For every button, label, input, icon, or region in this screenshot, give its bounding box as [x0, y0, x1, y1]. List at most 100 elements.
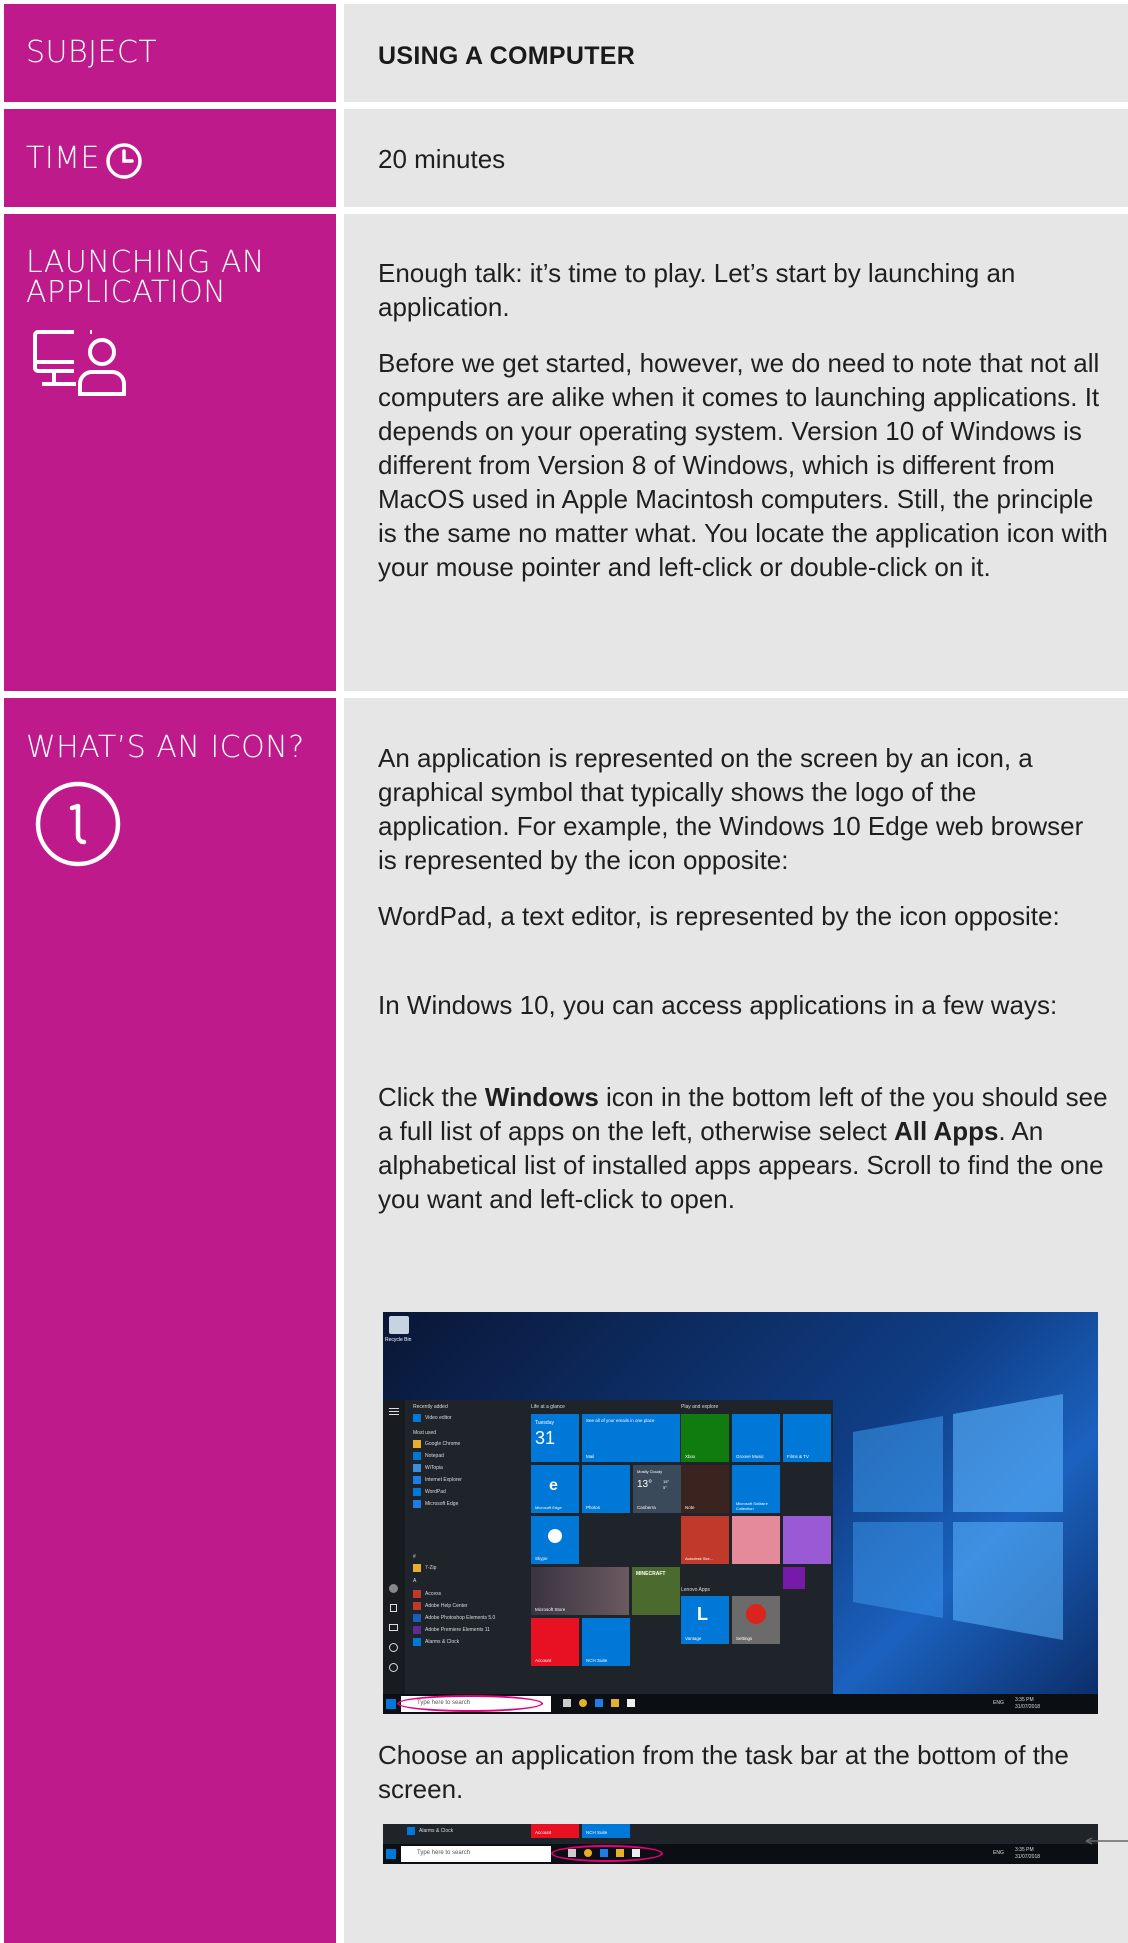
tray-time[interactable]: 3:35 PM: [1015, 1697, 1034, 1703]
strip-explorer-icon[interactable]: [616, 1849, 624, 1857]
documents-icon[interactable]: [390, 1604, 397, 1612]
account-tile[interactable]: Account: [531, 1618, 579, 1666]
strip-chrome-icon[interactable]: [584, 1849, 592, 1857]
nch-tile[interactable]: NCH Suite: [582, 1618, 630, 1666]
icon-row: WHAT’S AN ICON? An application is repres…: [4, 698, 1128, 1943]
play-explore-heading: Play and explore: [681, 1404, 719, 1410]
app-list-icon: [413, 1500, 421, 1508]
strip-search-box[interactable]: Type here to search: [401, 1846, 551, 1862]
strip-tray-time[interactable]: 3:35 PM: [1015, 1847, 1034, 1853]
hamburger-icon[interactable]: [389, 1408, 399, 1409]
note-tile[interactable]: Note: [681, 1465, 729, 1513]
app-list-item[interactable]: WiTopia: [425, 1465, 443, 1471]
icon-label-cell: WHAT’S AN ICON?: [4, 698, 336, 1943]
app-list-icon: [413, 1638, 421, 1646]
candy-tile[interactable]: [783, 1516, 831, 1564]
autodesk-tile[interactable]: Autodesk Ske...: [681, 1516, 729, 1564]
time-value-cell: 20 minutes: [344, 109, 1128, 207]
subject-label-cell: SUBJECT: [4, 4, 336, 102]
windows-start-icon[interactable]: [386, 1699, 396, 1709]
subject-value: USING A COMPUTER: [378, 42, 636, 70]
icon-para2: WordPad, a text editor, is represented b…: [378, 901, 1060, 931]
onenote-tile[interactable]: [783, 1567, 805, 1589]
store-taskbar-icon[interactable]: [627, 1699, 635, 1707]
taskbar: Type here to search ENG 3:35 PM 31/07/20…: [383, 1694, 1098, 1714]
search-highlight-ring: [397, 1695, 543, 1712]
app-list-item[interactable]: Microsoft Edge: [425, 1501, 458, 1507]
app-list-item[interactable]: Adobe Photoshop Elements 5.0: [425, 1615, 495, 1621]
life-at-glance-heading: Life at a glance: [531, 1404, 565, 1410]
file-explorer-icon[interactable]: [611, 1699, 619, 1707]
store-tile[interactable]: Microsoft Store: [531, 1567, 629, 1615]
mail-tile[interactable]: See all of your emails in one place Mail: [582, 1414, 680, 1462]
xbox-tile[interactable]: Xbox: [681, 1414, 729, 1462]
icon-para3: In Windows 10, you can access applicatio…: [378, 990, 1058, 1020]
app-list-icon: [413, 1414, 421, 1422]
calendar-tile[interactable]: Tuesday 31: [531, 1414, 579, 1462]
recycle-bin-icon[interactable]: [389, 1316, 409, 1334]
start-menu: Recently added Most used Video editor Goo…: [383, 1400, 833, 1694]
app-list-icon: [413, 1614, 421, 1622]
minecraft-tile[interactable]: MINECRAFT: [632, 1567, 680, 1615]
lenovo-apps-heading: Lenovo Apps: [681, 1587, 710, 1593]
time-row: TIME 20 minutes: [4, 109, 1128, 207]
pinned-apps: [563, 1699, 643, 1709]
app-list-item[interactable]: Alarms & Clock: [425, 1639, 459, 1645]
app-list-item[interactable]: WordPad: [425, 1489, 446, 1495]
launching-para2: Before we get started, however, we do ne…: [378, 348, 1108, 582]
app-list-icon: [413, 1476, 421, 1484]
app-list-item[interactable]: Internet Explorer: [425, 1477, 462, 1483]
strip-store-icon[interactable]: [632, 1849, 640, 1857]
strip-nch-tile: NCH Suite: [582, 1824, 630, 1838]
films-tile[interactable]: Films & TV: [783, 1414, 831, 1462]
strip-tray-date[interactable]: 31/07/2018: [1015, 1854, 1040, 1860]
launching-para1: Enough talk: it’s time to play. Let’s st…: [378, 258, 1016, 322]
tray-date[interactable]: 31/07/2018: [1015, 1704, 1040, 1710]
solitaire-tile[interactable]: Microsoft Solitaire Collection: [732, 1465, 780, 1513]
pictures-icon[interactable]: [389, 1624, 398, 1631]
edge-taskbar-icon[interactable]: [595, 1699, 603, 1707]
vantage-tile[interactable]: L Vantage: [681, 1596, 729, 1644]
app-list-item[interactable]: Access: [425, 1591, 441, 1597]
skype-tile[interactable]: Skype: [531, 1516, 579, 1564]
windows-wallpaper-logo: [853, 1394, 1063, 1640]
launching-label-line2: APPLICATION: [26, 275, 227, 310]
strip-task-view-icon[interactable]: [568, 1849, 576, 1857]
computer-user-icon: [33, 330, 126, 396]
app-list-item[interactable]: 7-Zip: [425, 1565, 436, 1571]
disney-tile[interactable]: [732, 1516, 780, 1564]
time-value: 20 minutes: [378, 144, 506, 174]
subject-row: SUBJECT USING A COMPUTER: [4, 4, 1128, 102]
strip-tray-lang[interactable]: ENG: [993, 1850, 1004, 1856]
weather-tile[interactable]: Mostly Cloudy 13° 15° 5° Canberra: [633, 1465, 681, 1513]
photos-tile[interactable]: Photos: [582, 1465, 630, 1513]
alarms-icon: [407, 1827, 415, 1835]
windows-start-screenshot: Recycle Bin Recently added Most used Vid…: [383, 1312, 1098, 1714]
edge-tile[interactable]: e Microsoft Edge: [531, 1465, 579, 1513]
task-view-icon[interactable]: [563, 1699, 571, 1707]
app-list-item[interactable]: Video editor: [425, 1415, 452, 1421]
icon-para4: Click the Windows icon in the bottom lef…: [378, 1082, 1108, 1214]
settings-tile[interactable]: Settings: [732, 1596, 780, 1644]
subject-value-cell: USING A COMPUTER: [344, 4, 1128, 102]
recently-added-heading: Recently added: [413, 1404, 448, 1410]
settings-gear-icon[interactable]: [389, 1643, 398, 1652]
app-list-icon: [413, 1590, 421, 1598]
app-list-item[interactable]: Adobe Help Center: [425, 1603, 468, 1609]
power-icon[interactable]: [389, 1663, 398, 1672]
icon-para1: An application is represented on the scr…: [378, 743, 1084, 875]
icon-section-label: WHAT’S AN ICON?: [26, 730, 305, 765]
groove-tile[interactable]: Groove Music: [732, 1414, 780, 1462]
strip-taskbar: Type here to search ENG 3:35 PM 31/07/20…: [383, 1844, 1098, 1864]
app-list-item[interactable]: Adobe Premiere Elements 11: [425, 1627, 490, 1633]
app-list-item[interactable]: Notepad: [425, 1453, 444, 1459]
app-list-item[interactable]: Google Chrome: [425, 1441, 460, 1447]
strip-start-icon[interactable]: [386, 1849, 396, 1859]
app-list-icon: [413, 1602, 421, 1610]
chrome-icon[interactable]: [579, 1699, 587, 1707]
tray-lang[interactable]: ENG: [993, 1700, 1004, 1706]
strip-pinned-apps: [568, 1849, 648, 1859]
strip-edge-icon[interactable]: [600, 1849, 608, 1857]
pointer-arrow: [1085, 1837, 1128, 1845]
user-avatar-icon[interactable]: [389, 1584, 398, 1593]
